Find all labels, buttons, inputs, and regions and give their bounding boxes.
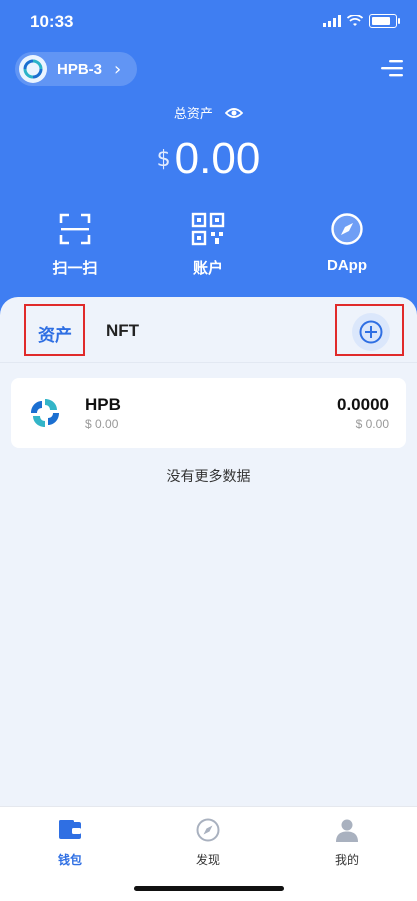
chevron-right-icon: › (114, 58, 122, 80)
total-assets-label: 总资产 (0, 103, 417, 122)
nav-wallet-label: 钱包 (57, 853, 82, 867)
compass-icon (196, 818, 220, 842)
account-label: 账户 (192, 259, 223, 277)
menu-icon[interactable] (381, 58, 403, 78)
tabs-divider (0, 362, 417, 363)
hpb-token-icon (31, 399, 59, 427)
asset-balance-usd: $ 0.00 (355, 417, 389, 431)
asset-row-hpb[interactable]: HPB $ 0.00 0.0000 $ 0.00 (11, 378, 406, 448)
total-balance: $0.00 (0, 134, 417, 184)
nav-discover-label: 发现 (195, 853, 220, 867)
add-asset-button[interactable] (352, 313, 390, 351)
asset-balance: 0.0000 (337, 395, 389, 414)
signal-icon (323, 15, 341, 27)
status-bar: 10:33 (0, 0, 417, 48)
dapp-label: DApp (327, 257, 367, 274)
home-indicator (134, 886, 284, 891)
compass-icon (331, 213, 363, 245)
eye-icon[interactable] (224, 107, 244, 119)
status-icons (323, 14, 400, 28)
balance-amount: 0.00 (174, 134, 261, 183)
account-button[interactable]: 账户 (158, 212, 258, 278)
wallet-switcher[interactable]: HPB-3 › (15, 52, 137, 86)
nav-profile[interactable]: 我的 (287, 817, 407, 868)
currency-symbol: $ (156, 146, 171, 172)
no-more-data: 没有更多数据 (166, 469, 251, 485)
wallet-name: HPB-3 (57, 60, 103, 78)
battery-icon (369, 14, 400, 28)
asset-usd-value: $ 0.00 (85, 417, 119, 431)
scan-icon (59, 213, 91, 245)
user-icon (336, 819, 358, 842)
nav-wallet[interactable]: 钱包 (10, 817, 130, 868)
nav-profile-label: 我的 (334, 853, 359, 867)
qr-code-icon (191, 212, 225, 246)
wallet-icon (59, 820, 81, 839)
status-time: 10:33 (30, 12, 74, 31)
highlight-box-assets-tab (24, 304, 85, 356)
tab-nft[interactable]: NFT (106, 321, 139, 341)
hpb-logo-icon (23, 59, 43, 79)
scan-label: 扫一扫 (52, 259, 98, 277)
total-assets-text: 总资产 (173, 107, 213, 122)
nav-discover[interactable]: 发现 (148, 817, 268, 868)
wifi-icon (347, 15, 363, 26)
scan-button[interactable]: 扫一扫 (25, 212, 125, 278)
dapp-button[interactable]: DApp (297, 212, 397, 274)
plus-circle-icon (359, 320, 383, 344)
wallet-logo (19, 55, 47, 83)
assets-panel (0, 297, 417, 805)
asset-symbol: HPB (85, 395, 121, 414)
